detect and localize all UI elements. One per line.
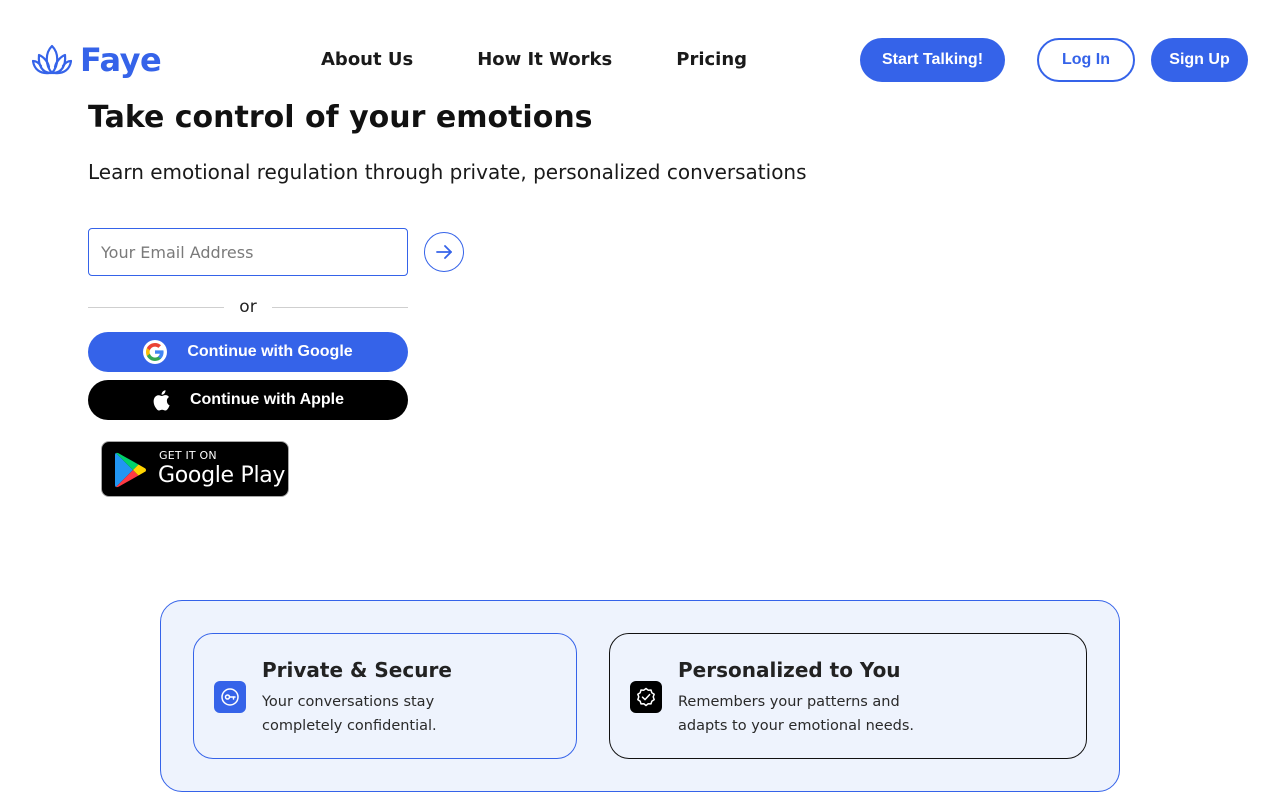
sign-up-button[interactable]: Sign Up bbox=[1151, 38, 1248, 82]
feature-title: Personalized to You bbox=[678, 658, 901, 682]
continue-with-google-button[interactable]: Continue with Google bbox=[88, 332, 408, 372]
main-nav: About Us How It Works Pricing bbox=[321, 48, 747, 72]
feature-card-private-secure: Private & Secure Your conversations stay… bbox=[193, 633, 577, 759]
google-button-label: Continue with Google bbox=[187, 343, 353, 360]
email-input[interactable] bbox=[88, 228, 408, 276]
start-talking-button[interactable]: Start Talking! bbox=[860, 38, 1005, 82]
nav-how-it-works[interactable]: How It Works bbox=[477, 48, 612, 72]
lotus-icon bbox=[32, 44, 72, 75]
divider-line-left bbox=[88, 307, 224, 308]
apple-icon bbox=[153, 390, 170, 411]
log-in-button[interactable]: Log In bbox=[1037, 38, 1135, 82]
continue-with-apple-button[interactable]: Continue with Apple bbox=[88, 380, 408, 420]
arrow-right-icon bbox=[436, 245, 452, 259]
feature-description: Remembers your patterns and adapts to yo… bbox=[678, 694, 915, 734]
hero-subtitle: Learn emotional regulation through priva… bbox=[88, 160, 807, 184]
google-play-badge[interactable]: GET IT ON Google Play bbox=[101, 441, 289, 497]
divider-text: or bbox=[239, 297, 257, 317]
apple-button-label: Continue with Apple bbox=[189, 391, 345, 408]
google-play-icon bbox=[115, 452, 146, 488]
nav-pricing[interactable]: Pricing bbox=[676, 48, 747, 72]
hero-title: Take control of your emotions bbox=[88, 100, 593, 135]
features-panel: Private & Secure Your conversations stay… bbox=[160, 600, 1120, 792]
play-badge-small-text: GET IT ON bbox=[159, 449, 217, 462]
check-badge-icon bbox=[630, 681, 662, 713]
site-header: Faye About Us How It Works Pricing Start… bbox=[0, 0, 1280, 104]
brand-logo[interactable]: Faye bbox=[32, 41, 162, 79]
key-icon bbox=[214, 681, 246, 713]
feature-title: Private & Secure bbox=[262, 658, 452, 682]
brand-name: Faye bbox=[80, 41, 162, 79]
or-divider: or bbox=[88, 296, 408, 318]
email-submit-button[interactable] bbox=[424, 232, 464, 272]
feature-card-personalized: Personalized to You Remembers your patte… bbox=[609, 633, 1087, 759]
feature-description: Your conversations stay completely confi… bbox=[262, 694, 437, 734]
play-badge-store-name: Google Play bbox=[158, 463, 286, 488]
divider-line-right bbox=[272, 307, 408, 308]
nav-about-us[interactable]: About Us bbox=[321, 48, 413, 72]
google-icon bbox=[143, 340, 168, 364]
